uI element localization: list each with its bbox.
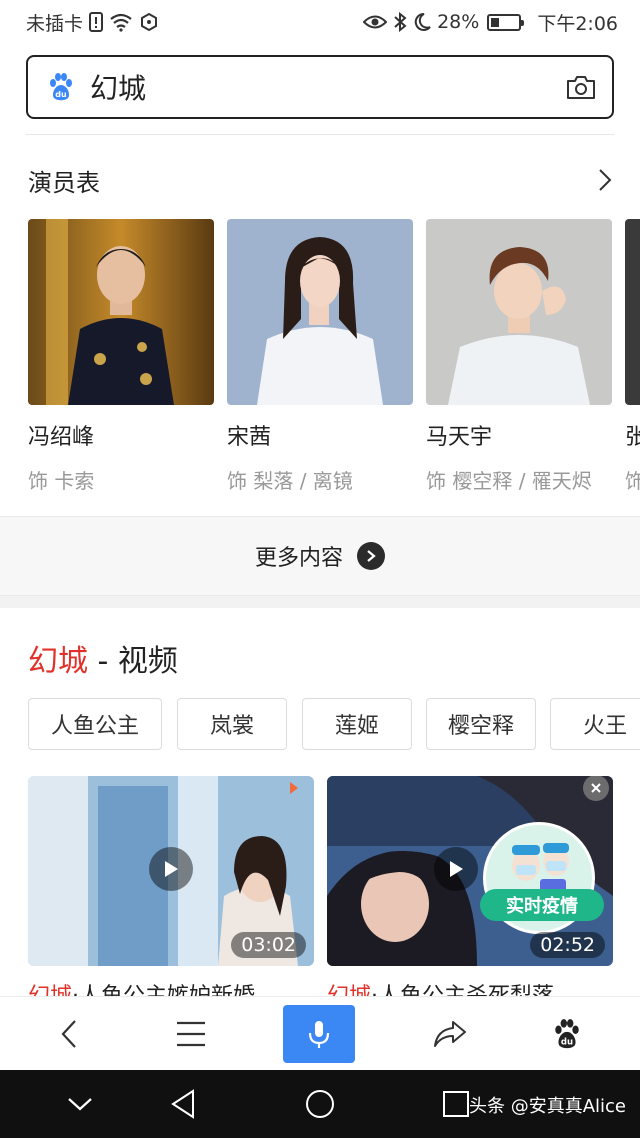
- share-arrow-icon: [434, 1021, 466, 1047]
- epidemic-badge[interactable]: 实时疫情: [480, 822, 604, 934]
- cast-list: 冯绍峰 饰 卡索 宋茜 饰 梨落 / 离镜 马天宇 饰 樱空释 / 罹天烬 张 …: [28, 219, 640, 499]
- square-recents-icon: [443, 1091, 469, 1117]
- actor-name[interactable]: 张: [625, 419, 640, 451]
- carrier-text: 未插卡: [26, 12, 84, 35]
- cast-card[interactable]: 张 饰: [625, 219, 640, 494]
- section-gap: [0, 596, 640, 608]
- bottom-toolbar: du: [0, 996, 640, 1070]
- system-nav-bar: 头条 @安真真Alice: [0, 1070, 640, 1138]
- status-right: 28% 下午2:06: [363, 9, 618, 36]
- tag-chip[interactable]: 火王: [550, 698, 640, 750]
- camera-icon[interactable]: [566, 74, 596, 100]
- battery-percent: 28%: [437, 11, 480, 33]
- watermark: 头条 @安真真Alice: [468, 1096, 626, 1117]
- microphone-icon: [308, 1021, 330, 1048]
- video-section-title[interactable]: 幻城 - 视频: [28, 636, 178, 680]
- tag-chip[interactable]: 莲姬: [302, 698, 412, 750]
- play-icon[interactable]: [433, 847, 478, 891]
- chevron-down-icon: [68, 1098, 92, 1111]
- chevron-right-icon[interactable]: [598, 168, 612, 192]
- status-bar: 未插卡 28% 下午2:06: [0, 0, 640, 44]
- chevron-left-icon: [61, 1020, 76, 1048]
- share-button[interactable]: [414, 997, 486, 1071]
- baidu-paw-icon: du: [555, 1019, 579, 1049]
- epidemic-label: 实时疫情: [480, 889, 604, 921]
- tag-chips: 人鱼公主 岚裳 莲姬 樱空释 火王: [28, 698, 640, 752]
- sim-alert-icon: [89, 12, 104, 32]
- clock: 下午2:06: [537, 12, 618, 35]
- more-content-label: 更多内容: [254, 546, 343, 571]
- video-duration: 03:02: [231, 932, 306, 958]
- svg-text:du: du: [55, 90, 67, 99]
- actor-photo[interactable]: [426, 219, 612, 405]
- triangle-back-icon: [171, 1089, 194, 1119]
- video-card[interactable]: 实时疫情 02:52 幻城·人鱼公主杀死梨落: [327, 776, 613, 1006]
- close-icon[interactable]: [583, 776, 609, 801]
- video-title-highlight: 幻城: [28, 644, 88, 679]
- nav-home-button[interactable]: [290, 1070, 350, 1138]
- cast-card[interactable]: 宋茜 饰 梨落 / 离镜: [227, 219, 413, 494]
- status-left: 未插卡: [26, 9, 159, 36]
- video-title-rest: - 视频: [88, 644, 178, 679]
- nav-collapse-button[interactable]: [50, 1070, 110, 1138]
- bluetooth-icon: [393, 12, 407, 32]
- video-thumbnail[interactable]: 03:02: [28, 776, 314, 966]
- actor-name[interactable]: 马天宇: [426, 419, 612, 451]
- actor-role: 饰: [625, 469, 640, 493]
- wifi-icon: [109, 12, 133, 32]
- actor-role: 饰 樱空释 / 罹天烬: [426, 469, 592, 493]
- search-box[interactable]: du 幻城: [26, 55, 614, 119]
- hexagon-icon: [139, 12, 159, 32]
- more-content-button[interactable]: 更多内容: [0, 516, 640, 596]
- actor-photo[interactable]: [227, 219, 413, 405]
- actor-role: 饰 卡索: [28, 469, 95, 493]
- actor-role: 饰 梨落 / 离镜: [227, 469, 353, 493]
- play-icon[interactable]: [149, 847, 193, 891]
- actor-name[interactable]: 宋茜: [227, 419, 413, 451]
- back-button[interactable]: [33, 997, 105, 1071]
- voice-search-button[interactable]: [283, 1005, 355, 1063]
- video-card[interactable]: 03:02 幻城·人鱼公主嫉妒新婚: [28, 776, 314, 1006]
- eye-comfort-icon: [363, 13, 388, 31]
- actor-photo[interactable]: [625, 219, 640, 405]
- circle-home-icon: [306, 1090, 334, 1118]
- video-thumbnail[interactable]: 实时疫情 02:52: [327, 776, 613, 966]
- tag-chip[interactable]: 岚裳: [177, 698, 287, 750]
- baidu-logo-icon: du: [46, 72, 76, 102]
- moon-icon: [413, 12, 431, 32]
- cast-header[interactable]: 演员表: [28, 160, 612, 200]
- divider: [26, 134, 614, 135]
- menu-icon: [177, 1021, 205, 1047]
- search-query-text[interactable]: 幻城: [90, 67, 566, 107]
- svg-text:du: du: [561, 1038, 573, 1048]
- nav-back-button[interactable]: [153, 1070, 213, 1138]
- actor-photo[interactable]: [28, 219, 214, 405]
- actor-name[interactable]: 冯绍峰: [28, 419, 214, 451]
- tag-chip[interactable]: 樱空释: [426, 698, 536, 750]
- battery-icon: [487, 13, 525, 31]
- tag-chip[interactable]: 人鱼公主: [28, 698, 162, 750]
- cast-title: 演员表: [28, 168, 100, 197]
- cast-card[interactable]: 冯绍峰 饰 卡索: [28, 219, 214, 494]
- chevron-right-icon: [357, 542, 385, 570]
- menu-button[interactable]: [155, 997, 227, 1071]
- cast-card[interactable]: 马天宇 饰 樱空释 / 罹天烬: [426, 219, 612, 494]
- video-duration: 02:52: [530, 932, 605, 958]
- baidu-home-button[interactable]: du: [531, 997, 603, 1071]
